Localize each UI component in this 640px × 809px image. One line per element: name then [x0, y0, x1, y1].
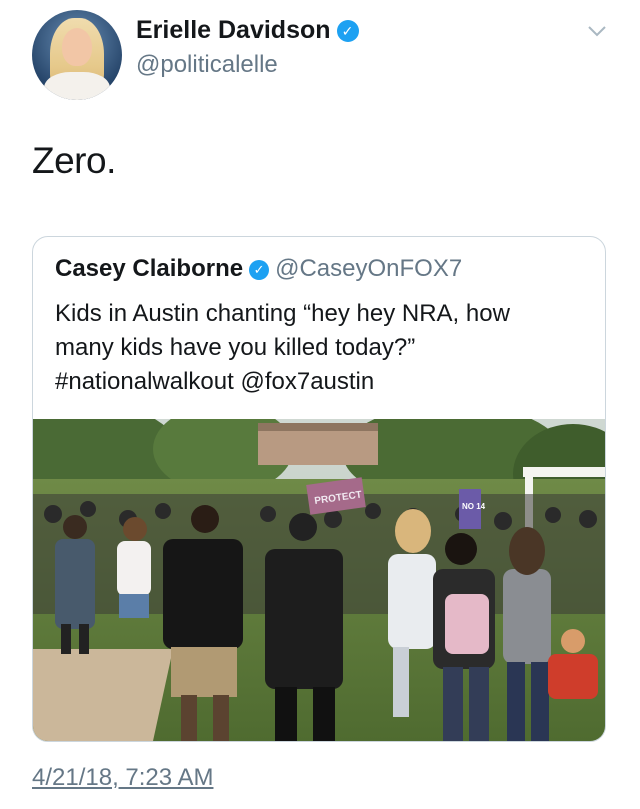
quoted-text-line: Kids in Austin chanting “hey hey NRA, ho…	[55, 300, 510, 327]
verified-badge-icon: ✓	[336, 20, 359, 42]
quoted-author-handle: @CaseyOnFOX7	[275, 255, 463, 282]
quoted-tweet-header: Casey Claiborne ✓ @CaseyOnFOX7	[55, 255, 462, 283]
author-name[interactable]: Erielle Davidson	[136, 16, 331, 44]
avatar-shirt	[44, 72, 110, 100]
protest-photo: PROTECT NO 14	[33, 419, 605, 741]
quoted-text-line: many kids have you killed today?”	[55, 334, 416, 361]
verified-badge-icon: ✓	[249, 260, 270, 280]
chevron-down-icon[interactable]	[586, 20, 608, 42]
quoted-tweet-media[interactable]: PROTECT NO 14	[33, 419, 605, 741]
tweet-card: Erielle Davidson ✓ @politicalelle Zero. C…	[0, 0, 640, 809]
quoted-tweet[interactable]: Casey Claiborne ✓ @CaseyOnFOX7 Kids in Aus…	[32, 236, 606, 742]
quoted-author-name: Casey Claiborne	[55, 255, 244, 282]
author-avatar[interactable]	[32, 10, 122, 100]
quoted-text-line: #nationalwalkout @fox7austin	[55, 368, 375, 395]
svg-text:NO 14: NO 14	[462, 502, 486, 511]
author-handle[interactable]: @politicalelle	[136, 51, 278, 79]
quoted-tweet-text: Kids in Austin chanting “hey hey NRA, ho…	[55, 297, 585, 399]
avatar-face	[62, 28, 92, 66]
author-name-row[interactable]: Erielle Davidson ✓	[136, 16, 359, 45]
tweet-timestamp[interactable]: 4/21/18, 7:23 AM	[32, 764, 213, 792]
tweet-text: Zero.	[32, 140, 116, 181]
